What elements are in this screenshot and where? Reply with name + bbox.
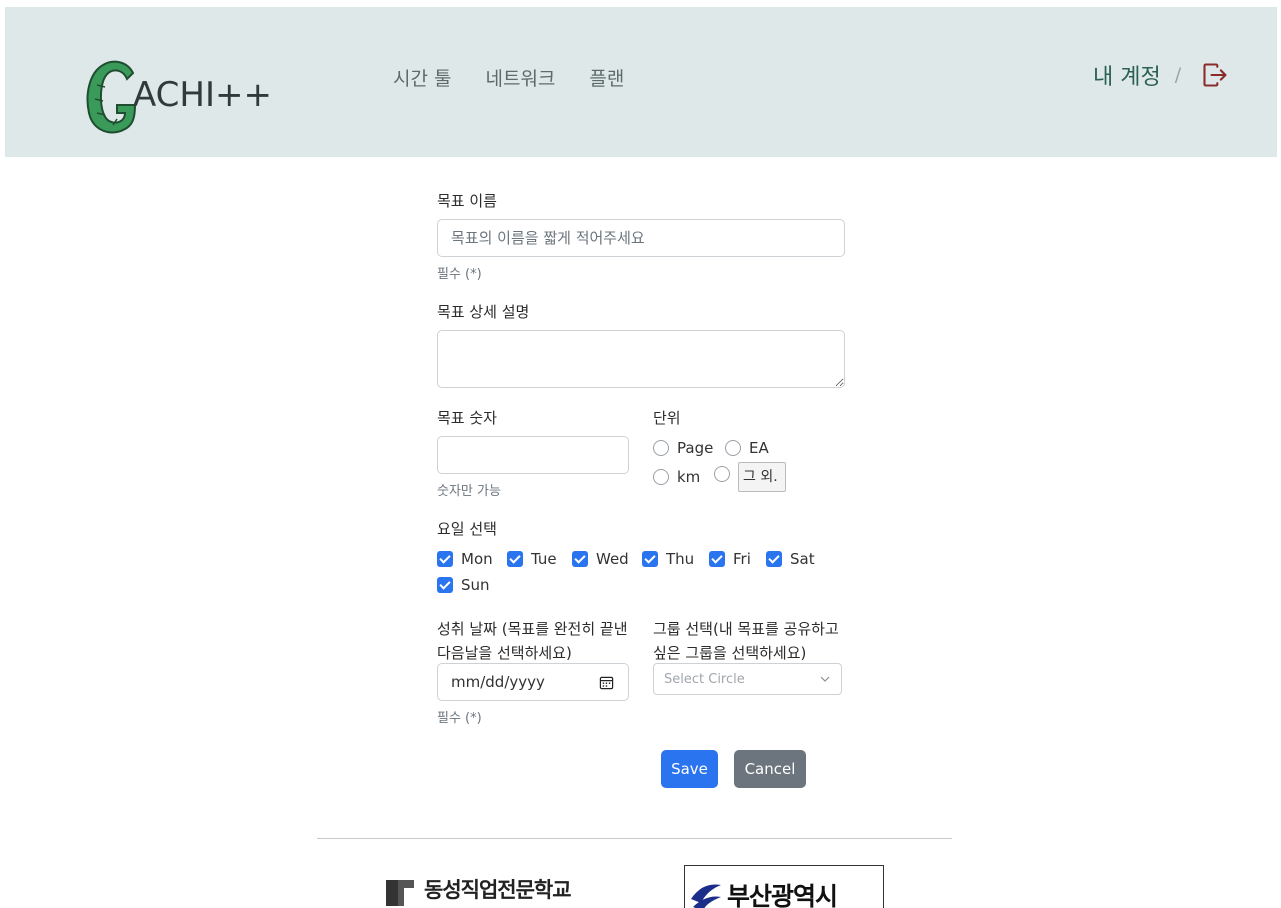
goal-name-label: 목표 이름 — [437, 192, 497, 210]
cancel-button[interactable]: Cancel — [734, 750, 806, 788]
dongsung-mark-icon — [386, 880, 414, 906]
unit-label: 단위 — [653, 409, 681, 427]
group-select[interactable]: Select Circle — [653, 663, 842, 695]
footer-divider — [317, 838, 952, 839]
day-select-label: 요일 선택 — [437, 520, 497, 538]
goal-desc-textarea[interactable] — [437, 330, 845, 388]
nav-plan[interactable]: 플랜 — [589, 64, 624, 91]
unit-option-label: km — [677, 468, 701, 486]
checkbox-checked[interactable] — [642, 551, 658, 567]
calendar-icon[interactable] — [599, 675, 614, 690]
sponsor-busan-logo: 부산광역시 — [684, 865, 884, 908]
checkbox-checked[interactable] — [766, 551, 782, 567]
day-checkbox-fri[interactable]: Fri — [709, 550, 751, 568]
logout-icon[interactable] — [1201, 61, 1229, 89]
nav-network[interactable]: 네트워크 — [485, 64, 555, 91]
day-checkbox-sat[interactable]: Sat — [766, 550, 815, 568]
main-nav: 시간 툴 네트워크 플랜 — [393, 64, 624, 91]
goal-number-hint: 숫자만 가능 — [437, 484, 501, 499]
goal-desc-label: 목표 상세 설명 — [437, 303, 530, 321]
day-label: Wed — [596, 550, 629, 568]
achieve-date-hint: 필수 (*) — [437, 711, 482, 726]
checkbox-checked[interactable] — [437, 577, 453, 593]
day-checkbox-thu[interactable]: Thu — [642, 550, 694, 568]
day-checkbox-sun[interactable]: Sun — [437, 576, 490, 594]
unit-option-label: Page — [677, 439, 714, 457]
day-label: Sat — [790, 550, 815, 568]
my-account-link[interactable]: 내 계정 — [1093, 59, 1161, 91]
account-separator: / — [1174, 64, 1182, 86]
checkbox-checked[interactable] — [437, 551, 453, 567]
unit-radio-ea[interactable]: EA — [725, 439, 769, 457]
day-label: Thu — [666, 550, 695, 568]
day-label: Fri — [733, 550, 751, 568]
goal-number-input[interactable] — [437, 436, 629, 474]
unit-other-input[interactable]: 그 외. — [738, 462, 786, 492]
achieve-date-label: 성취 날짜 (목표를 완전히 끝낸 다음날을 선택하세요) — [437, 620, 628, 662]
sponsor-busan-name: 부산광역시 — [727, 882, 838, 908]
day-label: Sun — [461, 576, 490, 594]
logo[interactable]: ACHI++ — [83, 55, 283, 139]
day-checkbox-tue[interactable]: Tue — [507, 550, 557, 568]
goal-number-label: 목표 숫자 — [437, 409, 497, 427]
date-placeholder: mm/dd/yyyy — [451, 673, 545, 691]
nav-time-tool[interactable]: 시간 툴 — [393, 64, 451, 91]
top-header: ACHI++ 시간 툴 네트워크 플랜 내 계정 / — [5, 7, 1277, 157]
radio-circle[interactable] — [653, 440, 669, 456]
chevron-down-icon — [820, 676, 830, 682]
goal-name-hint: 필수 (*) — [437, 267, 482, 282]
goal-name-input[interactable] — [437, 219, 845, 257]
day-label: Tue — [531, 550, 557, 568]
day-checkbox-mon[interactable]: Mon — [437, 550, 493, 568]
unit-option-label: EA — [749, 439, 769, 457]
sponsor-dongsung-logo: 동성직업전문학교 — [384, 876, 584, 908]
group-select-label: 그룹 선택(내 목표를 공유하고 싶은 그룹을 선택하세요) — [653, 620, 839, 662]
group-select-placeholder: Select Circle — [664, 671, 745, 687]
sponsor-dongsung-name: 동성직업전문학교 — [424, 878, 572, 902]
account-area: 내 계정 / — [1093, 59, 1229, 91]
checkbox-checked[interactable] — [572, 551, 588, 567]
achieve-date-input[interactable]: mm/dd/yyyy — [437, 663, 629, 701]
checkbox-checked[interactable] — [507, 551, 523, 567]
day-label: Mon — [461, 550, 493, 568]
busan-wave-icon — [691, 884, 721, 908]
radio-circle[interactable] — [725, 440, 741, 456]
save-button[interactable]: Save — [661, 750, 718, 788]
unit-radio-km[interactable]: km — [653, 468, 700, 486]
unit-radio-other[interactable] — [714, 466, 738, 482]
radio-circle[interactable] — [653, 469, 669, 485]
checkbox-checked[interactable] — [709, 551, 725, 567]
logo-text: ACHI++ — [133, 75, 272, 115]
day-checkbox-wed[interactable]: Wed — [572, 550, 629, 568]
radio-circle[interactable] — [714, 466, 730, 482]
unit-radio-page[interactable]: Page — [653, 439, 713, 457]
